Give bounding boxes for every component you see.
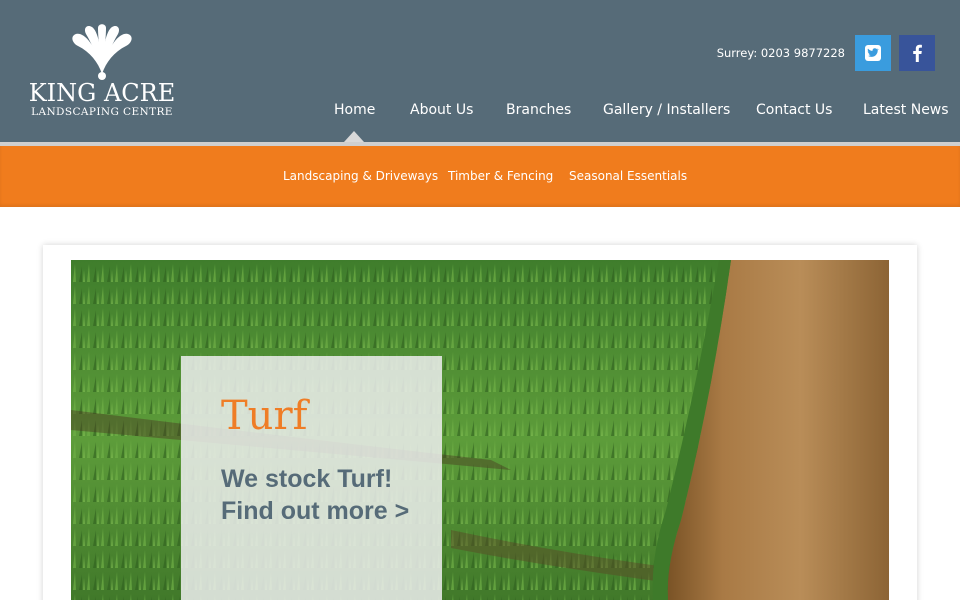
twitter-bird-icon [865,45,881,61]
brand-tagline: LANDSCAPING CENTRE [31,106,173,118]
facebook-button[interactable] [899,35,935,71]
hero-title: Turf [221,393,308,439]
nav-item-contact-us[interactable]: Contact Us [756,102,832,118]
nav-item-branches[interactable]: Branches [506,102,571,118]
nav-item-home[interactable]: Home [334,102,375,118]
active-nav-indicator [344,131,364,142]
nav-item-about-us[interactable]: About Us [410,102,473,118]
nav-item-latest-news[interactable]: Latest News [863,102,949,118]
find-out-more-link[interactable]: Find out more > [221,495,409,527]
subnav-item-timber-fencing[interactable]: Timber & Fencing [448,169,553,183]
phone-number: Surrey: 0203 9877228 [716,46,845,60]
hero-subtitle: We stock Turf! [221,465,393,493]
subnav-item-seasonal-essentials[interactable]: Seasonal Essentials [569,169,687,183]
nav-item-gallery-installers[interactable]: Gallery / Installers [603,102,730,118]
brand-name: KING ACRE [28,79,176,107]
twitter-button[interactable] [855,35,891,71]
sub-nav-bar: Landscaping & Driveways Timber & Fencing… [0,146,960,207]
site-header: KING ACRE LANDSCAPING CENTRE Surrey: 020… [0,0,960,142]
shell-fan-logo-icon [72,24,132,80]
logo[interactable]: KING ACRE LANDSCAPING CENTRE [28,22,176,122]
hero-caption-panel[interactable]: Turf We stock Turf! Find out more > [181,356,442,600]
facebook-f-icon [913,44,922,62]
subnav-item-landscaping-driveways[interactable]: Landscaping & Driveways [283,169,438,183]
